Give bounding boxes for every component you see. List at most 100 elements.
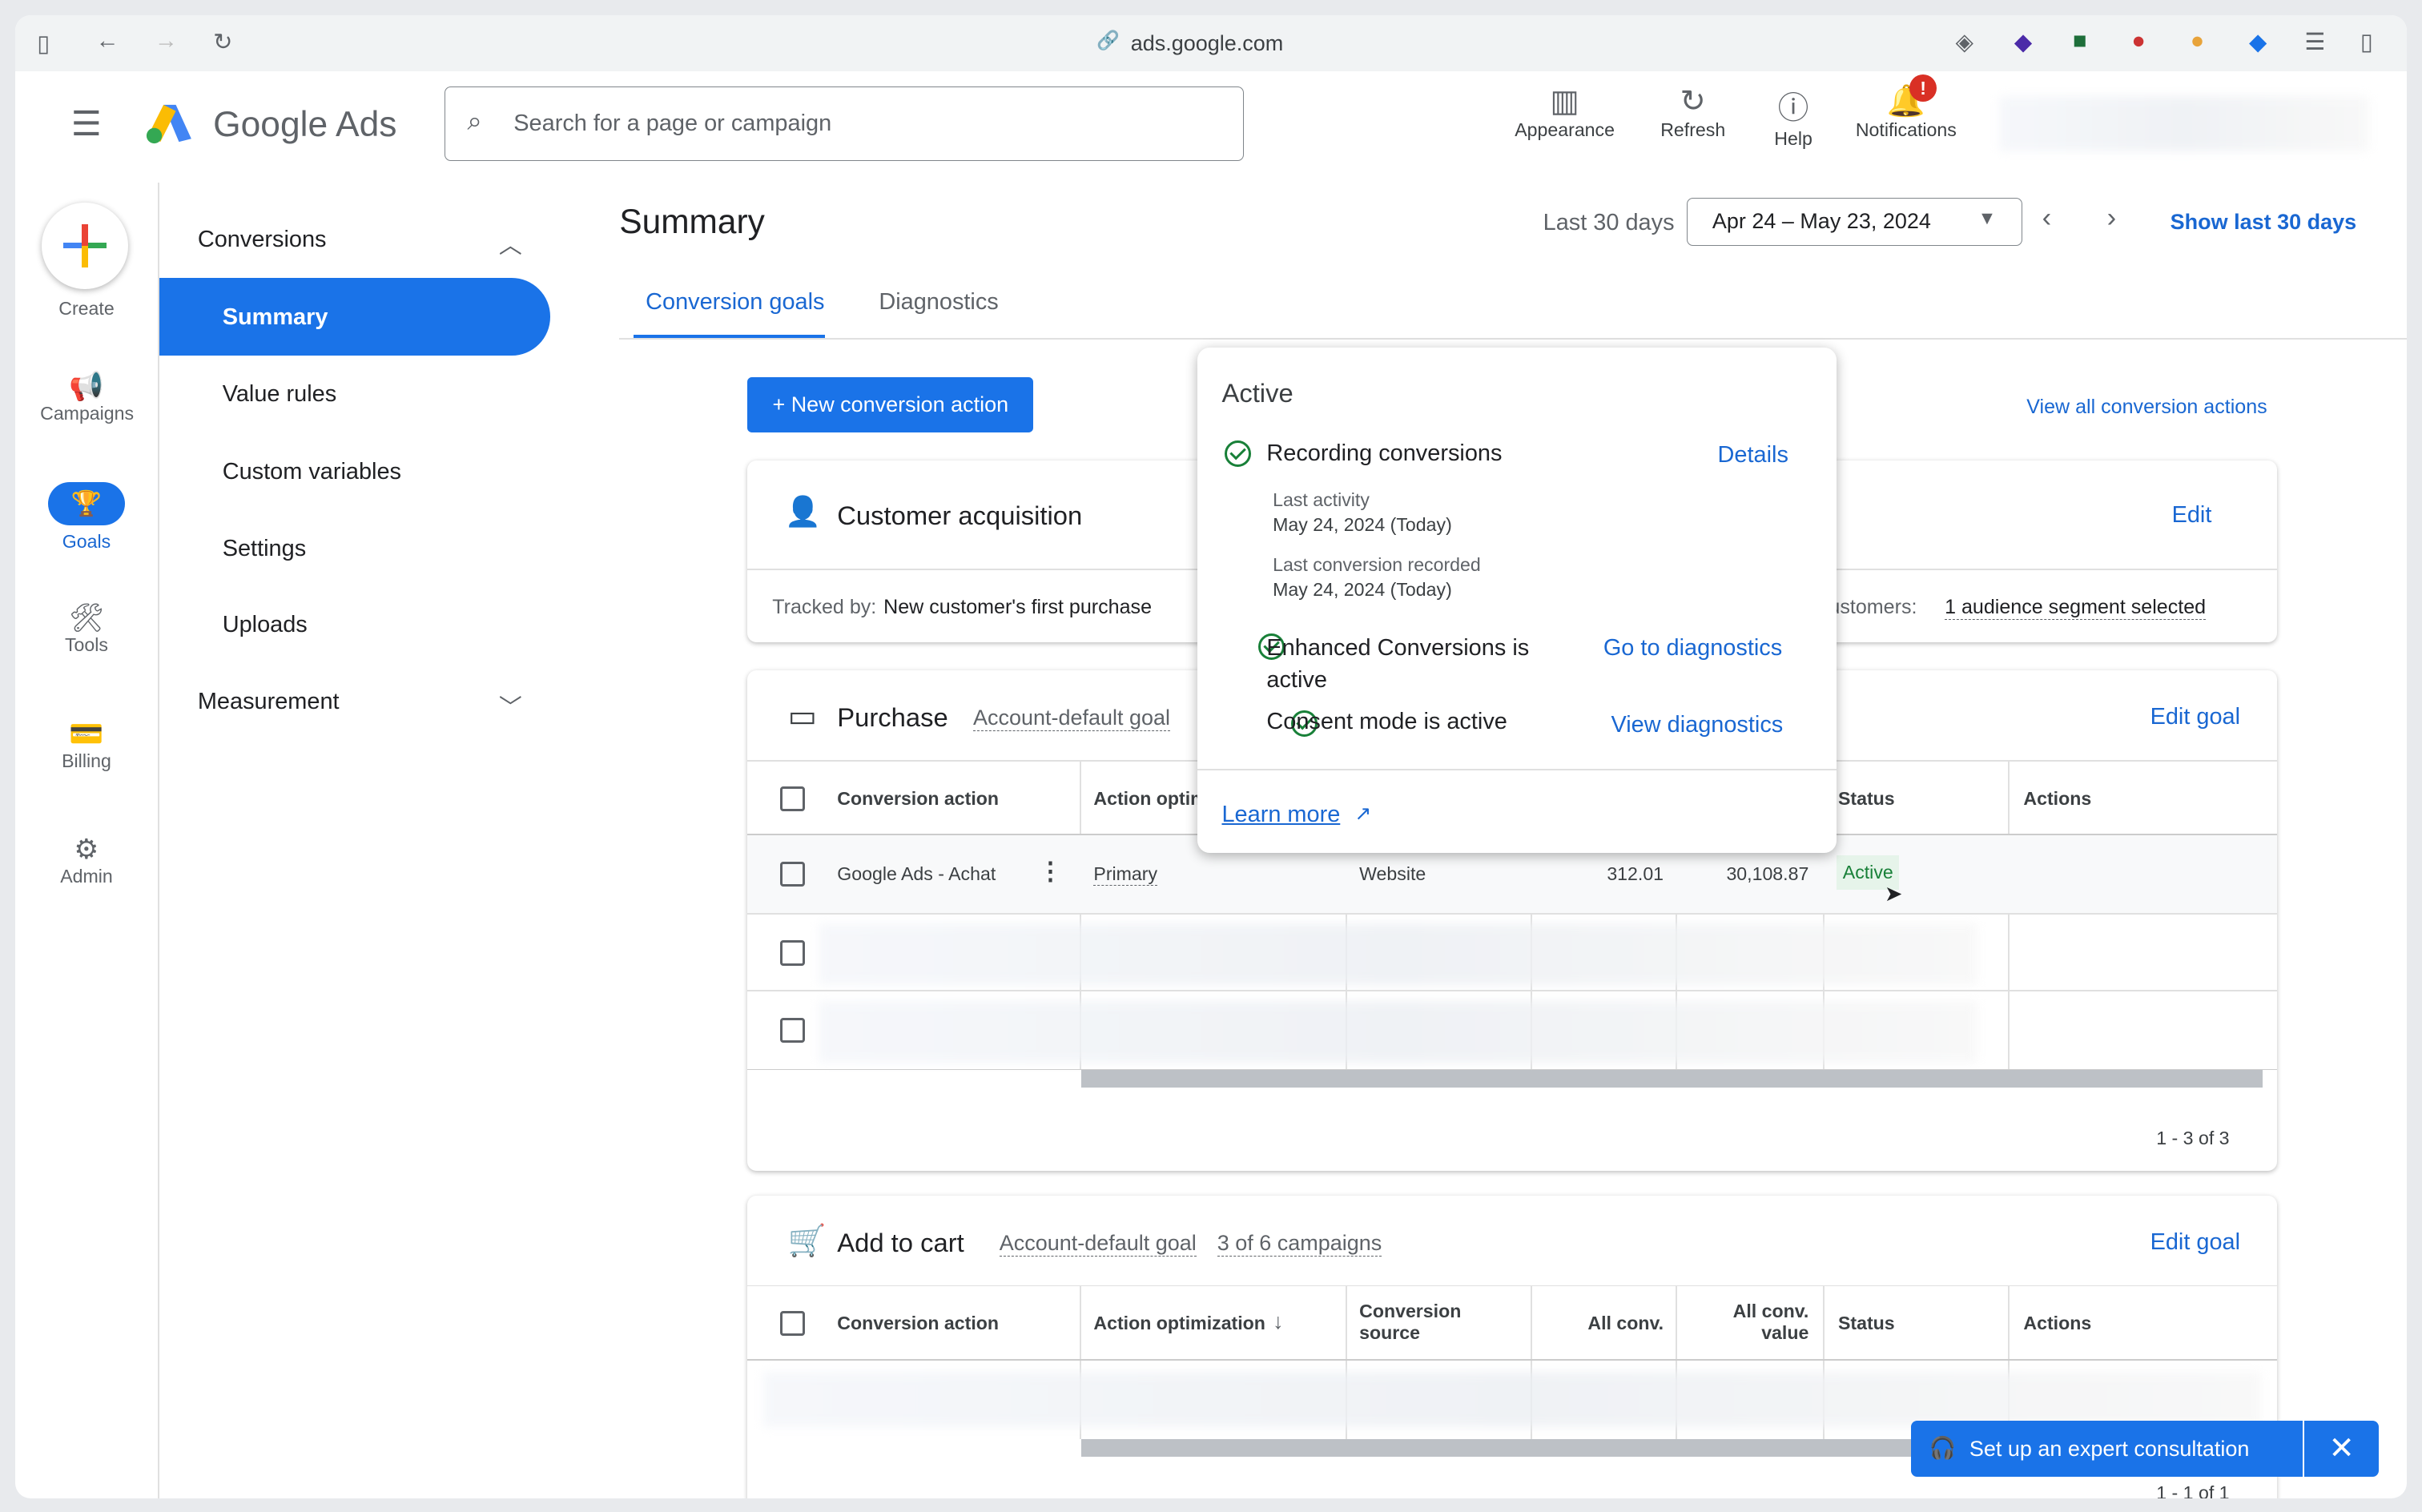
sidebar-section-conversions[interactable]: Conversions ︿ <box>198 227 522 260</box>
rail-tools[interactable]: 🛠 Tools <box>40 602 133 656</box>
previous-period-icon[interactable]: ‹ <box>2042 203 2052 234</box>
column-header[interactable]: Actions <box>2023 788 2091 810</box>
sidebar-item-settings[interactable]: Settings <box>223 536 306 562</box>
rail-billing[interactable]: 💳 Billing <box>40 718 133 772</box>
rail-label: Admin <box>60 866 113 887</box>
megaphone-icon: 📢 <box>69 371 104 402</box>
search-input[interactable]: ⌕ Search for a page or campaign <box>445 86 1244 161</box>
column-header[interactable]: Status <box>1838 1313 1895 1334</box>
column-header[interactable]: Conversion action <box>837 788 999 810</box>
extension-icon[interactable]: ● <box>2131 28 2145 54</box>
consent-mode-status: Consent mode is active <box>1266 709 1507 735</box>
chevron-up-icon: ︿ <box>498 233 522 259</box>
menu-icon[interactable]: ☰ <box>71 105 102 144</box>
column-header[interactable]: Action optimization <box>1093 1313 1265 1334</box>
date-range-dropdown[interactable]: Apr 24 – May 23, 2024 ▼ <box>1686 197 2022 246</box>
view-all-conversion-actions-link[interactable]: View all conversion actions <box>2026 396 2267 419</box>
date-label: Last 30 days <box>1543 210 1675 236</box>
forward-icon[interactable]: → <box>155 28 178 54</box>
extension-icon[interactable]: ◆ <box>2014 28 2032 56</box>
select-all-checkbox[interactable] <box>779 1311 805 1337</box>
sort-arrow-down-icon[interactable]: ↓ <box>1273 1309 1284 1334</box>
appearance-button[interactable]: ▥ Appearance <box>1511 83 1619 141</box>
row-checkbox[interactable] <box>779 940 805 966</box>
trophy-icon: 🏆 <box>47 481 126 525</box>
pagination-text: 1 - 3 of 3 <box>2156 1127 2230 1148</box>
sidebar-item-uploads[interactable]: Uploads <box>223 612 308 638</box>
row-checkbox[interactable] <box>779 862 805 887</box>
optimization-value[interactable]: Primary <box>1093 863 1158 887</box>
rail-label: Goals <box>62 531 111 553</box>
column-header[interactable]: All conv. value <box>1705 1301 1809 1344</box>
edit-goal-button[interactable]: Edit goal <box>2150 704 2241 730</box>
rail-campaigns[interactable]: 📢 Campaigns <box>40 371 135 424</box>
learn-more-link[interactable]: Learn more <box>1221 802 1340 828</box>
reload-icon[interactable]: ↻ <box>213 28 232 56</box>
refresh-button[interactable]: ↻ Refresh <box>1647 83 1740 141</box>
new-conversion-action-button[interactable]: + New conversion action <box>747 376 1034 432</box>
select-all-checkbox[interactable] <box>779 786 805 811</box>
page-title: Summary <box>619 202 765 240</box>
bell-icon: 🔔 <box>1886 84 1925 119</box>
horizontal-scrollbar[interactable] <box>1080 1070 2263 1088</box>
column-header[interactable]: All conv. <box>1531 1313 1664 1334</box>
sidebar-toggle-icon[interactable]: ▯ <box>37 30 50 58</box>
divider <box>157 182 159 1498</box>
chevron-down-icon: ﹀ <box>498 695 522 722</box>
close-icon[interactable]: ✕ <box>2304 1421 2379 1477</box>
column-header[interactable]: Status <box>1838 788 1895 810</box>
next-period-icon[interactable]: › <box>2107 203 2117 234</box>
last-conversion-label: Last conversion recorded <box>1273 554 1481 576</box>
create-button[interactable] <box>42 202 129 289</box>
pagination-text: 1 - 1 of 1 <box>2156 1482 2230 1498</box>
column-header[interactable]: Conversion source <box>1359 1301 1483 1344</box>
rail-create-label: Create <box>58 298 115 320</box>
rail-admin[interactable]: ⚙ Admin <box>40 834 133 887</box>
card-title: Purchase <box>837 702 948 733</box>
extension-icon[interactable]: ■ <box>2073 28 2086 54</box>
notifications-button[interactable]: 🔔 Notifications ! <box>1845 74 1968 141</box>
url-bar[interactable]: ads.google.com <box>1131 31 1284 56</box>
sidebar-item-custom-variables[interactable]: Custom variables <box>223 459 401 485</box>
extension-icon[interactable]: ◆ <box>2249 28 2267 56</box>
show-last-30-days-link[interactable]: Show last 30 days <box>2171 210 2356 235</box>
goal-type-label[interactable]: Account-default goal <box>999 1231 1197 1257</box>
column-header[interactable]: Action optim <box>1093 788 1206 810</box>
sidebar-item-value-rules[interactable]: Value rules <box>223 381 336 408</box>
details-link[interactable]: Details <box>1718 442 1788 468</box>
dropdown-arrow-icon: ▼ <box>1977 207 1997 229</box>
row-checkbox[interactable] <box>779 1017 805 1043</box>
sidebar-section-measurement[interactable]: Measurement ﹀ <box>198 689 522 722</box>
column-header[interactable]: Actions <box>2023 1313 2091 1334</box>
help-button[interactable]: ⓘ Help <box>1755 83 1832 150</box>
appearance-icon: ▥ <box>1550 84 1579 119</box>
more-vert-icon[interactable]: ⋮ <box>1038 857 1063 886</box>
extension-icon[interactable]: ● <box>2191 28 2204 54</box>
edit-button[interactable]: Edit <box>2172 502 2212 529</box>
rail-label: Campaigns <box>40 402 135 424</box>
extension-icon[interactable]: ☰ <box>2304 28 2325 56</box>
account-info-blurred[interactable] <box>1998 95 2370 151</box>
sidebar-item-summary[interactable] <box>159 278 550 356</box>
view-diagnostics-link[interactable]: View diagnostics <box>1611 712 1783 738</box>
conversion-action-link[interactable]: Google Ads - Achat <box>837 863 996 885</box>
tab-diagnostics[interactable]: Diagnostics <box>879 289 998 316</box>
section-label: Conversions <box>197 227 327 253</box>
goal-type-label[interactable]: Account-default goal <box>972 706 1171 732</box>
rail-goals[interactable]: 🏆 Goals <box>40 481 133 553</box>
extension-icon[interactable]: ◈ <box>1956 28 1973 56</box>
column-header[interactable]: Conversion action <box>837 1313 999 1334</box>
cart-icon: 🛒 <box>787 1224 827 1259</box>
add-person-icon: 👤 <box>784 495 822 529</box>
tab-conversion-goals[interactable]: Conversion goals <box>633 271 825 340</box>
customers-label: ustomers: <box>1829 596 1917 619</box>
expert-consultation-button[interactable]: 🎧 Set up an expert consultation <box>1910 1421 2303 1477</box>
edit-goal-button[interactable]: Edit goal <box>2150 1229 2241 1256</box>
audience-segment-link[interactable]: 1 audience segment selected <box>1945 596 2207 621</box>
go-to-diagnostics-link[interactable]: Go to diagnostics <box>1603 635 1782 662</box>
campaigns-link[interactable]: 3 of 6 campaigns <box>1217 1231 1382 1257</box>
search-icon: ⌕ <box>467 106 482 136</box>
split-view-icon[interactable]: ▯ <box>2360 28 2373 56</box>
back-icon[interactable]: ← <box>96 28 119 54</box>
last-activity-label: Last activity <box>1273 489 1370 511</box>
